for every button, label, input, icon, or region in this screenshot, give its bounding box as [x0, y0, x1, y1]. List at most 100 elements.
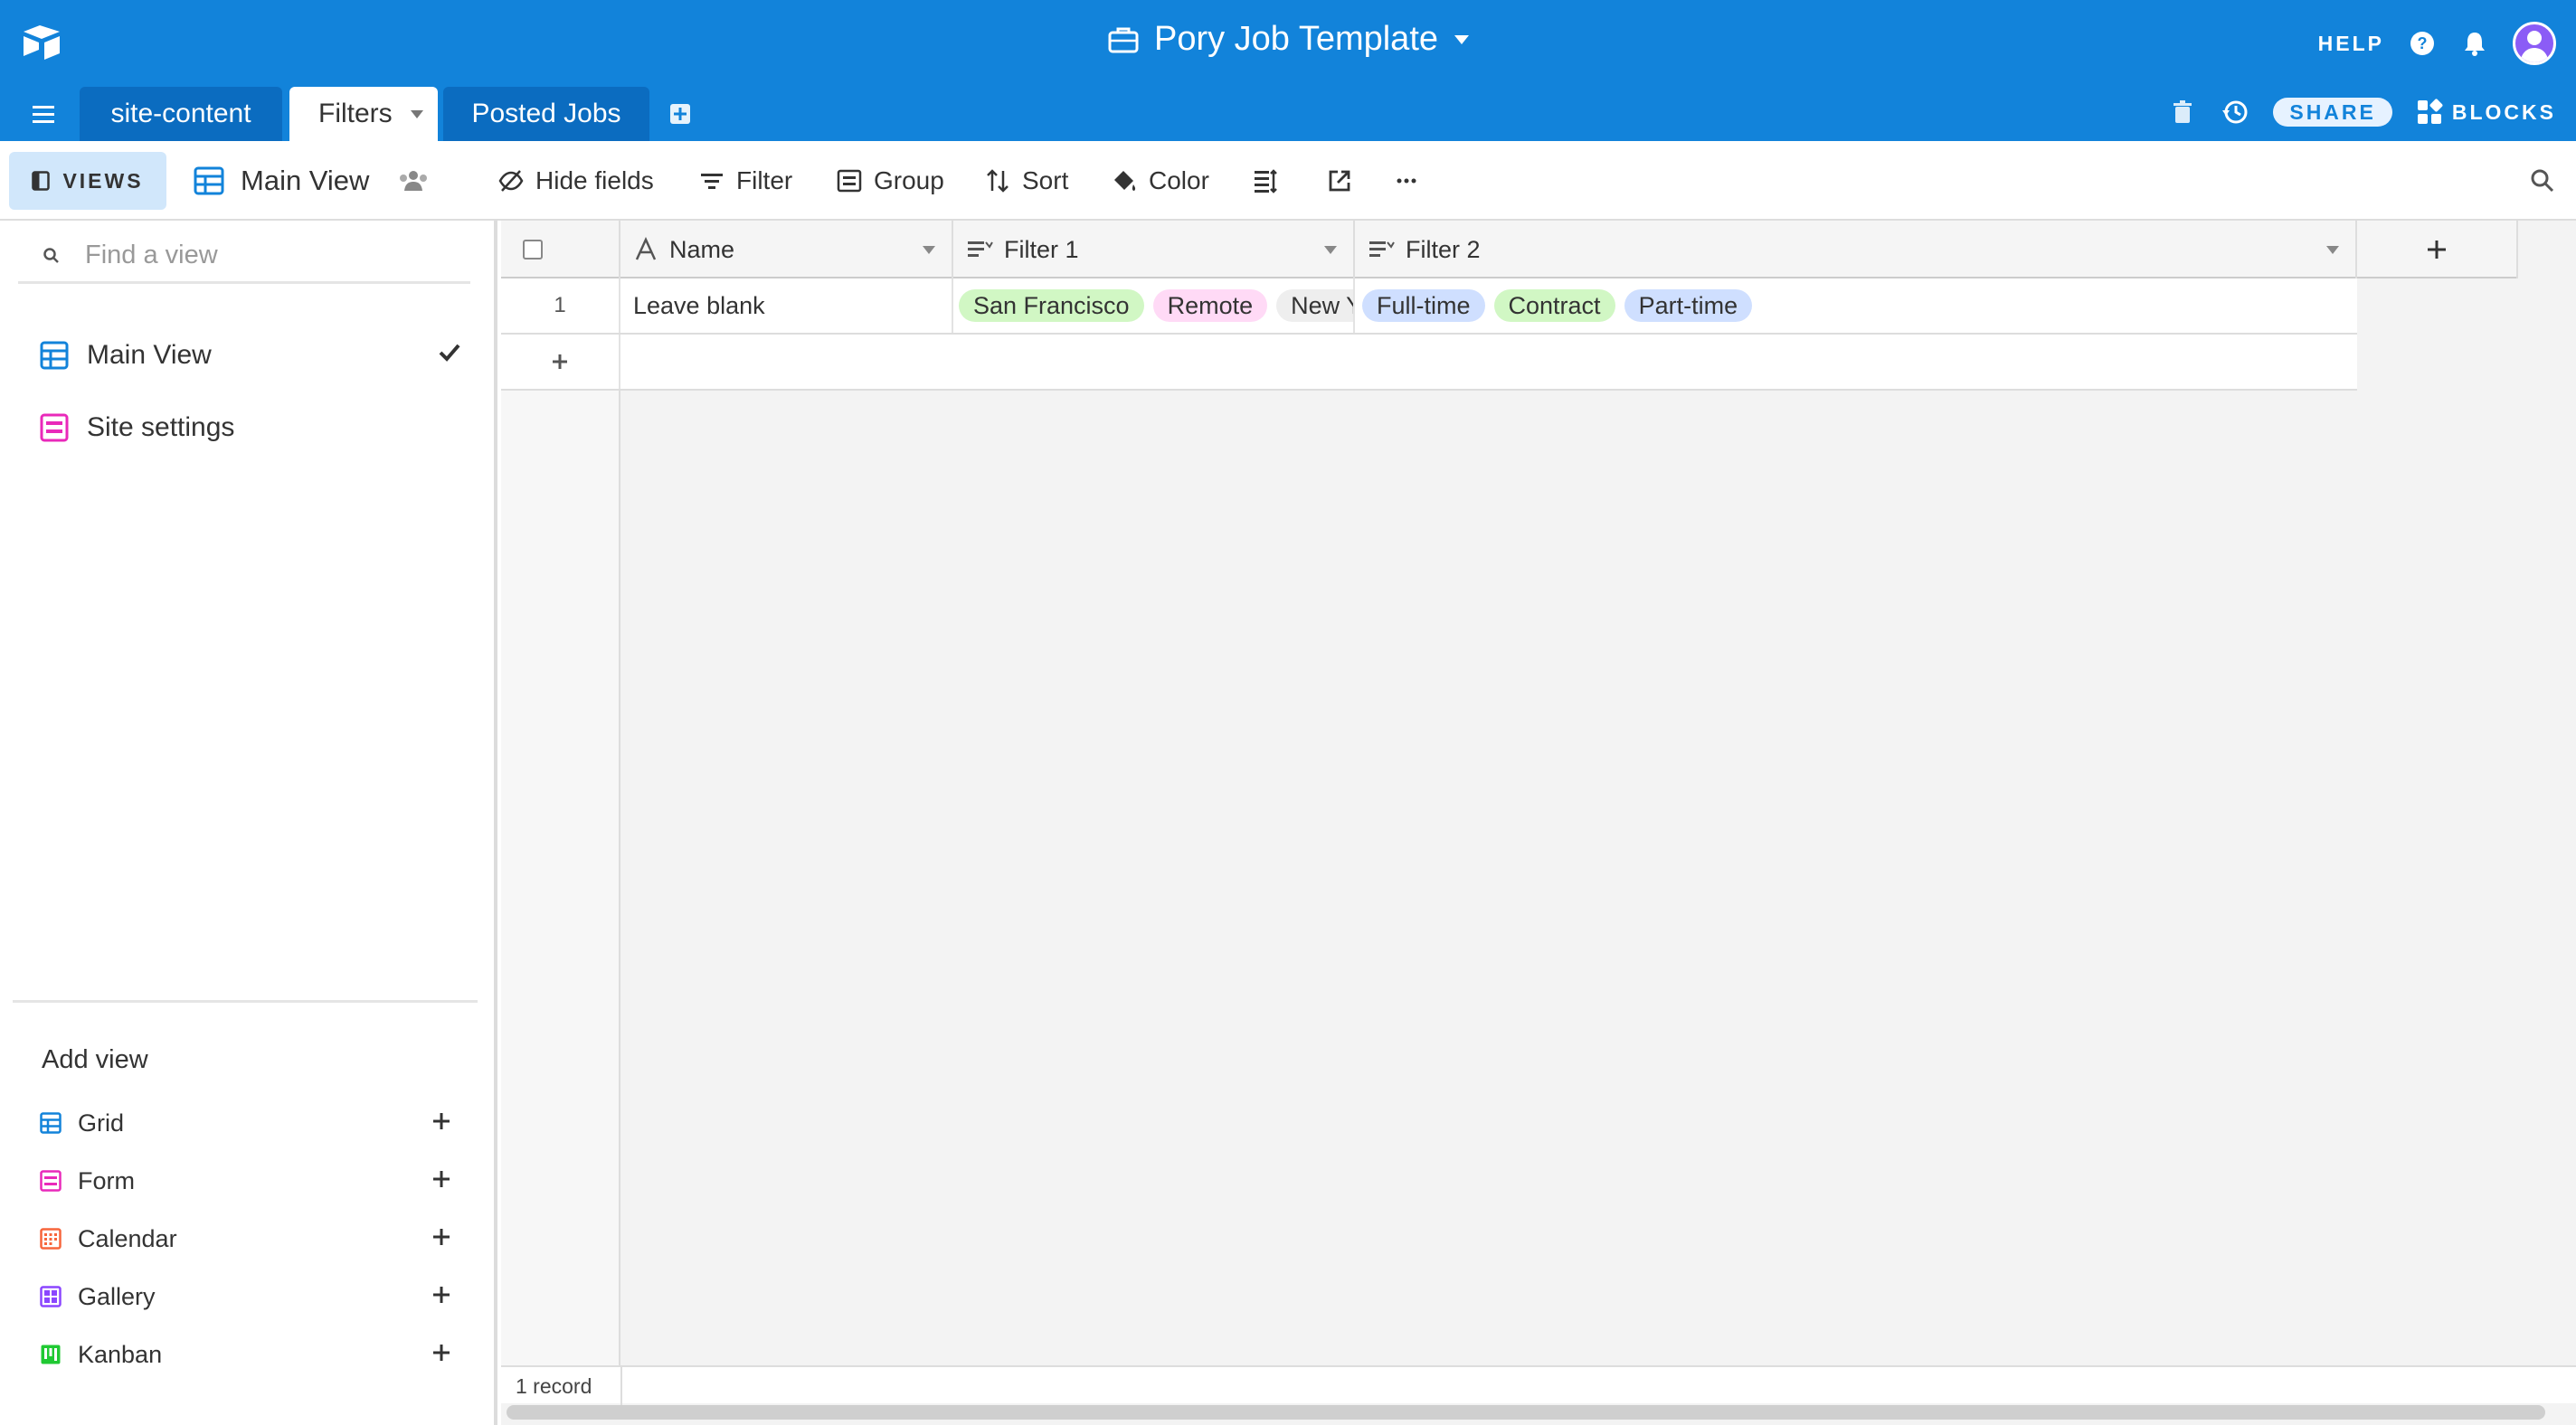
cell-name[interactable]: Leave blank	[620, 278, 953, 333]
add-record-button[interactable]	[501, 335, 620, 389]
column-menu-caret-icon[interactable]	[1324, 246, 1337, 254]
svg-text:?: ?	[2418, 34, 2428, 52]
grid-header: Name Filter 1 Filter 2	[501, 221, 2518, 278]
base-title-text: Pory Job Template	[1153, 20, 1439, 58]
share-button[interactable]: SHARE	[2273, 98, 2392, 127]
add-record-row[interactable]	[501, 335, 2357, 391]
views-label: VIEWS	[62, 168, 144, 193]
cell-filter-1[interactable]: San Francisco Remote New Y	[953, 278, 1355, 333]
summary-bar: 1 record	[501, 1365, 2576, 1405]
share-view-button[interactable]	[1326, 141, 1353, 221]
checkmark-icon	[439, 344, 460, 362]
table-row[interactable]: 1 Leave blank San Francisco Remote New Y…	[501, 278, 2357, 335]
form-icon	[40, 1170, 62, 1192]
horizontal-scrollbar[interactable]	[507, 1405, 2545, 1420]
group-label: Group	[874, 166, 944, 194]
color-button[interactable]: Color	[1111, 141, 1209, 221]
multiselect-icon	[968, 241, 993, 257]
add-view-grid[interactable]: Grid	[40, 1105, 452, 1141]
help-icon[interactable]: ?	[2408, 29, 2437, 58]
tab-filters[interactable]: Filters	[289, 87, 438, 141]
base-title-button[interactable]: Pory Job Template	[0, 20, 2576, 59]
tab-filters-label: Filters	[318, 99, 393, 128]
views-sidebar: Find a view Main View Site settings Add …	[0, 221, 497, 1425]
add-field-button[interactable]	[2357, 221, 2518, 278]
tab-bar-actions: SHARE BLOCKS	[2168, 98, 2556, 127]
row-number-column	[501, 221, 620, 1365]
share-view-icon	[1329, 170, 1350, 192]
chevron-down-icon	[1454, 34, 1470, 44]
text-field-icon	[635, 237, 657, 260]
row-height-icon	[1255, 169, 1277, 193]
current-view-switcher[interactable]: Main View	[194, 141, 431, 221]
tab-site-content[interactable]: site-content	[80, 87, 282, 141]
group-icon	[837, 169, 862, 193]
grid-icon	[40, 1112, 62, 1134]
add-view-form[interactable]: Form	[40, 1163, 452, 1199]
select-option-pill: Part-time	[1624, 289, 1753, 322]
select-option-pill: Contract	[1493, 289, 1615, 322]
group-button[interactable]: Group	[836, 141, 944, 221]
column-header-name[interactable]: Name	[620, 221, 953, 278]
kanban-icon	[41, 1345, 61, 1364]
header-actions: HELP ?	[2318, 22, 2556, 65]
hide-fields-button[interactable]: Hide fields	[497, 141, 654, 221]
briefcase-icon	[1108, 27, 1139, 52]
column-header-filter-1[interactable]: Filter 1	[953, 221, 1355, 278]
form-icon	[40, 413, 69, 442]
add-view-label: Grid	[78, 1109, 125, 1137]
hide-fields-icon	[498, 170, 524, 192]
views-sidebar-toggle[interactable]: VIEWS	[9, 152, 166, 210]
top-header: Pory Job Template HELP ?	[0, 0, 2576, 87]
find-view-placeholder: Find a view	[85, 241, 218, 269]
view-item-site-settings[interactable]: Site settings	[40, 407, 461, 448]
blocks-icon	[2417, 99, 2443, 124]
gallery-icon	[40, 1286, 62, 1307]
add-view-calendar[interactable]: Calendar	[40, 1221, 452, 1257]
column-header-label: Filter 1	[1004, 235, 1079, 263]
blocks-button[interactable]: BLOCKS	[2416, 99, 2556, 126]
plus-icon	[433, 1287, 450, 1303]
row-height-button[interactable]	[1252, 141, 1279, 221]
color-label: Color	[1149, 166, 1209, 194]
select-option-pill: Full-time	[1362, 289, 1485, 322]
sort-button[interactable]: Sort	[984, 141, 1068, 221]
plus-icon	[433, 1171, 450, 1187]
search-button[interactable]	[2529, 141, 2556, 221]
add-view-kanban[interactable]: Kanban	[40, 1336, 452, 1373]
add-view-gallery[interactable]: Gallery	[40, 1279, 452, 1315]
row-number: 1	[501, 278, 620, 333]
column-header-label: Name	[669, 235, 735, 263]
calendar-icon	[40, 1228, 62, 1250]
select-option-pill: Remote	[1152, 289, 1268, 322]
plus-icon	[433, 1229, 450, 1245]
trash-icon[interactable]	[2168, 98, 2197, 127]
add-view-label: Form	[78, 1166, 135, 1194]
cell-filter-2[interactable]: Full-time Contract Part-time	[1355, 278, 2357, 333]
column-header-label: Filter 2	[1406, 235, 1481, 263]
more-options-button[interactable]	[1393, 141, 1420, 221]
view-item-main-view[interactable]: Main View	[40, 335, 461, 376]
column-menu-caret-icon[interactable]	[923, 246, 935, 254]
grid-area: Name Filter 1 Filter 2 1 Leave blank San…	[501, 221, 2576, 1425]
more-dots-icon	[1397, 178, 1416, 184]
find-view-search[interactable]: Find a view	[18, 230, 470, 284]
column-header-filter-2[interactable]: Filter 2	[1355, 221, 2357, 278]
notifications-bell-icon[interactable]	[2460, 29, 2489, 58]
add-view-label: Kanban	[78, 1340, 163, 1368]
select-all-checkbox[interactable]	[523, 240, 543, 260]
select-option-pill: San Francisco	[959, 289, 1144, 322]
tab-menu-caret-icon[interactable]	[411, 110, 423, 118]
tab-posted-jobs[interactable]: Posted Jobs	[443, 87, 649, 141]
add-view-heading: Add view	[42, 1045, 148, 1074]
filter-button[interactable]: Filter	[698, 141, 792, 221]
help-link[interactable]: HELP	[2318, 32, 2384, 56]
user-avatar[interactable]	[2513, 22, 2556, 65]
hamburger-menu-icon[interactable]	[29, 103, 58, 127]
collaborative-view-icon[interactable]	[396, 167, 431, 194]
history-icon[interactable]	[2221, 98, 2249, 127]
column-menu-caret-icon[interactable]	[2326, 246, 2339, 254]
plus-icon	[433, 1345, 450, 1361]
add-table-icon[interactable]	[668, 101, 693, 127]
search-icon	[43, 247, 59, 263]
